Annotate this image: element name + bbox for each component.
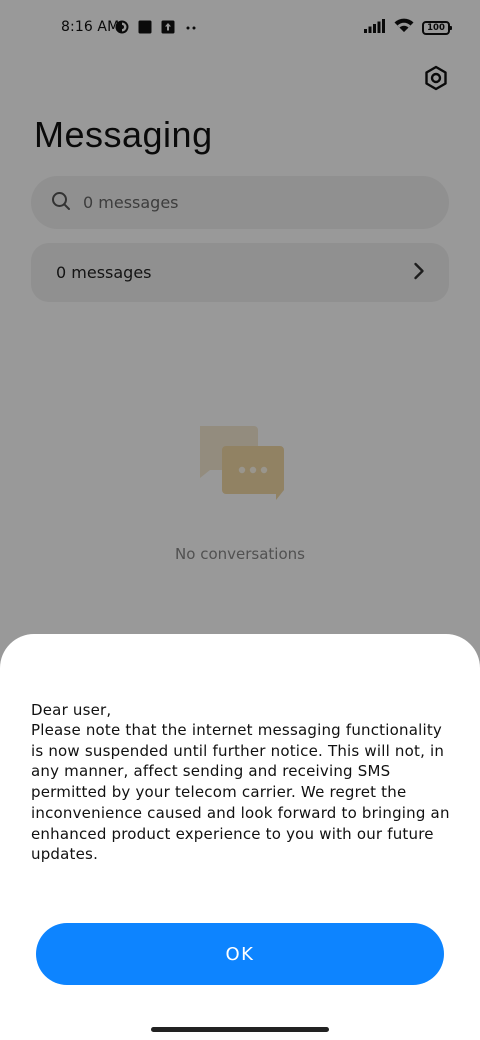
home-indicator[interactable]	[151, 1027, 329, 1032]
dialog-greeting: Dear user,	[31, 701, 112, 719]
notice-dialog: Dear user, Please note that the internet…	[0, 634, 480, 1040]
ok-button[interactable]: OK	[36, 923, 444, 985]
dialog-body: Please note that the internet messaging …	[31, 721, 450, 864]
